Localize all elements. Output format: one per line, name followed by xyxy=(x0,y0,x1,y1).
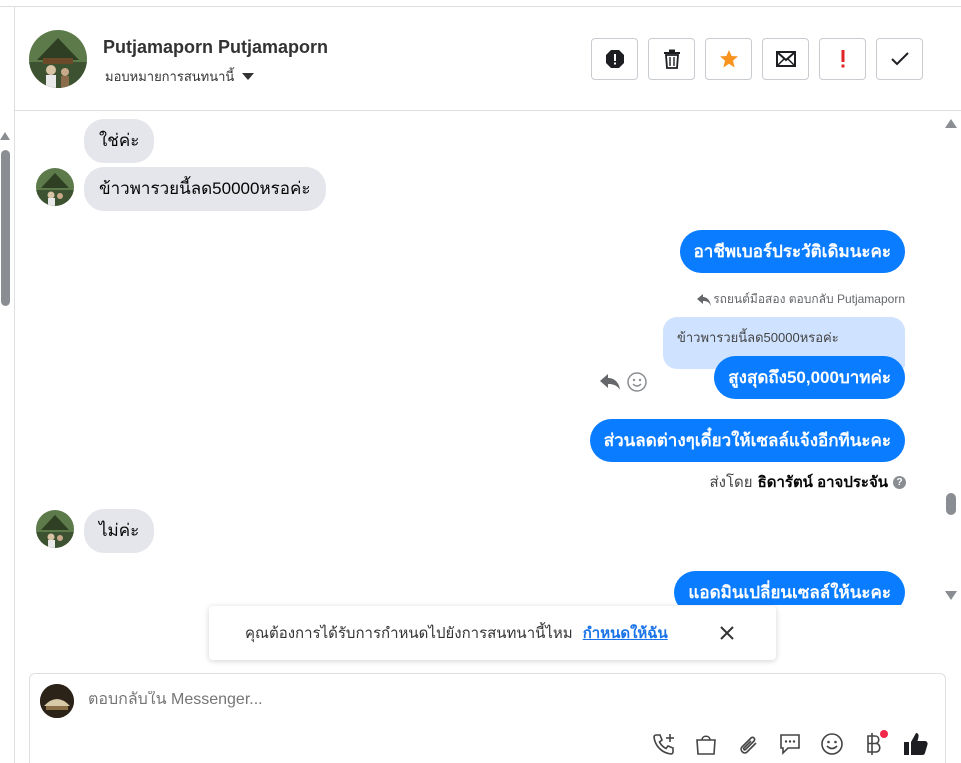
right-scroll-down-arrow[interactable] xyxy=(945,591,957,600)
help-icon[interactable]: ? xyxy=(893,475,906,489)
caret-down-icon xyxy=(242,73,255,80)
conversation-header: Putjamaporn Putjamaporn มอบหมายการสนทนาน… xyxy=(15,7,961,111)
page-avatar xyxy=(40,684,74,718)
header-actions xyxy=(591,38,923,80)
shop-button[interactable] xyxy=(692,730,720,758)
mark-unread-button[interactable] xyxy=(762,38,809,80)
paperclip-icon xyxy=(740,736,757,754)
spam-button[interactable] xyxy=(591,38,638,80)
close-icon[interactable] xyxy=(717,623,737,643)
sent-by-label: ส่งโดย ธิดารัตน์ อาจประจัน ? xyxy=(709,470,906,494)
assign-conversation-dropdown[interactable]: มอบหมายการสนทนานี้ xyxy=(105,66,255,87)
message-thread[interactable]: ใช่ค่ะ ข้าวพารวยนี้ลด50000หรอค่ะ อาชีพเบ… xyxy=(15,112,941,605)
shopping-bag-icon xyxy=(696,735,716,755)
right-scrollbar-thumb[interactable] xyxy=(946,493,956,515)
call-button[interactable] xyxy=(650,730,678,758)
phone-plus-icon xyxy=(653,734,674,755)
reply-arrow-icon xyxy=(697,293,712,306)
contact-name: Putjamaporn Putjamaporn xyxy=(103,37,329,57)
right-scroll-up-arrow[interactable] xyxy=(945,119,957,128)
assign-to-me-link[interactable]: กำหนดให้ฉัน xyxy=(583,621,668,645)
reply-context-text: รถยนต์มือสอง ตอบกลับ Putjamaporn xyxy=(713,292,905,306)
left-scrollbar-thumb[interactable] xyxy=(1,150,10,306)
reply-icon[interactable] xyxy=(599,373,621,391)
star-icon xyxy=(719,50,738,68)
like-button[interactable] xyxy=(902,730,930,758)
toast-text: คุณต้องการได้รับการกำหนดไปยังการสนทนานี้… xyxy=(245,625,573,642)
react-smiley-icon[interactable] xyxy=(627,372,647,392)
saved-replies-button[interactable] xyxy=(776,730,804,758)
chat-bubble-icon xyxy=(780,734,800,755)
contact-avatar[interactable] xyxy=(29,30,87,88)
attach-button[interactable] xyxy=(734,730,762,758)
outgoing-message[interactable]: สูงสุดถึง50,000บาทค่ะ xyxy=(714,356,905,399)
left-scroll-up-arrow[interactable] xyxy=(0,132,10,140)
sent-by-prefix: ส่งโดย xyxy=(709,474,753,491)
checkmark-icon xyxy=(890,52,909,66)
follow-up-button[interactable] xyxy=(819,38,866,80)
sent-by-name: ธิดารัตน์ อาจประจัน xyxy=(757,474,888,491)
trash-icon xyxy=(663,49,680,69)
composer-toolbar xyxy=(650,730,930,758)
envelope-icon xyxy=(775,51,796,67)
outgoing-message[interactable]: อาชีพเบอร์ประวัติเดิมนะคะ xyxy=(679,230,905,273)
payment-button[interactable] xyxy=(860,730,888,758)
incoming-message[interactable]: ไม่ค่ะ xyxy=(84,509,155,553)
done-button[interactable] xyxy=(876,38,923,80)
reply-context: รถยนต์มือสอง ตอบกลับ Putjamaporn xyxy=(697,290,905,309)
outgoing-message[interactable]: แอดมินเปลี่ยนเซลล์ให้นะคะ xyxy=(674,571,905,605)
assign-prompt-toast: คุณต้องการได้รับการกำหนดไปยังการสนทนานี้… xyxy=(209,606,776,660)
message-hover-tools xyxy=(599,372,647,392)
reply-input[interactable] xyxy=(88,691,688,709)
octagon-alert-icon xyxy=(605,50,624,68)
assign-label: มอบหมายการสนทนานี้ xyxy=(105,69,235,84)
notification-dot xyxy=(880,730,888,738)
emoji-button[interactable] xyxy=(818,730,846,758)
contact-avatar-small xyxy=(36,168,74,206)
smiley-icon xyxy=(821,733,843,755)
star-button[interactable] xyxy=(705,38,752,80)
exclamation-icon xyxy=(841,50,844,68)
incoming-message[interactable]: ใช่ค่ะ xyxy=(84,119,155,163)
thumbs-up-icon xyxy=(904,733,928,755)
outgoing-message[interactable]: ส่วนลดต่างๆเดี๋ยวให้เซลล์แจ้งอีกทีนะคะ xyxy=(589,419,905,462)
delete-button[interactable] xyxy=(648,38,695,80)
contact-avatar-small xyxy=(36,510,74,548)
incoming-message[interactable]: ข้าวพารวยนี้ลด50000หรอค่ะ xyxy=(84,167,326,211)
message-composer xyxy=(29,673,946,763)
